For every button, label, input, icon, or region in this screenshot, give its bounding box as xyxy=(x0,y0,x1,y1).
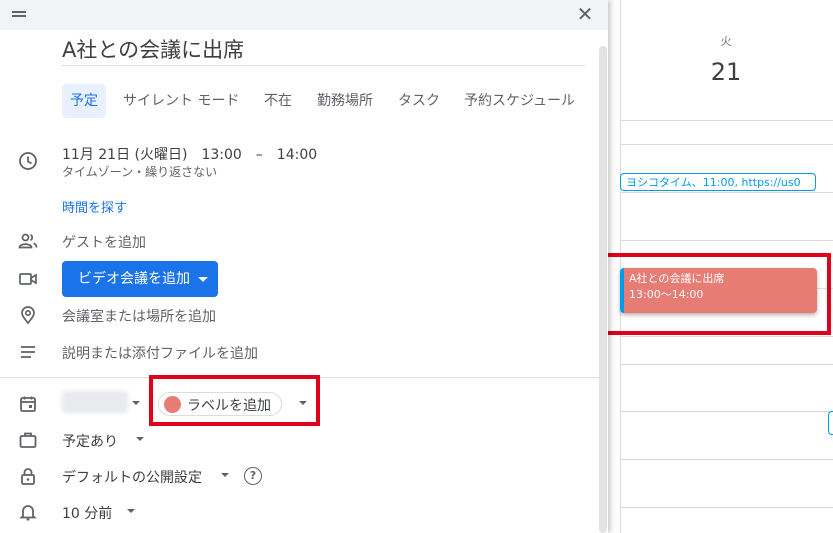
day-of-week: 火 xyxy=(720,35,732,48)
calendar-icon xyxy=(18,394,38,414)
chevron-down-icon[interactable] xyxy=(198,277,208,282)
label-color-dot xyxy=(164,396,181,413)
timezone-repeat[interactable]: タイムゾーン・繰り返さない xyxy=(62,163,217,180)
video-button-label: ビデオ会議を追加 xyxy=(78,271,190,287)
event-title-input[interactable]: A社との会議に出席 xyxy=(62,34,244,64)
grid-line xyxy=(620,459,833,460)
clock-icon xyxy=(18,151,38,171)
video-camera-icon xyxy=(18,269,38,289)
briefcase-icon xyxy=(18,430,38,450)
find-time-link[interactable]: 時間を探す xyxy=(62,197,127,216)
event-title: ヨシコタイム、11:00, https://us0 xyxy=(626,176,801,189)
description-field[interactable]: 説明または添付ファイルを追加 xyxy=(62,343,258,363)
tab-focus-time[interactable]: サイレント モード xyxy=(123,84,239,118)
busy-status-select[interactable]: 予定あり xyxy=(62,431,118,451)
visibility-select[interactable]: デフォルトの公開設定 xyxy=(62,467,202,487)
notes-icon xyxy=(18,342,38,362)
location-pin-icon xyxy=(18,305,38,325)
tab-appointment-schedule[interactable]: 予約スケジュール xyxy=(464,84,575,118)
section-divider xyxy=(0,377,599,378)
grid-line xyxy=(620,336,833,337)
event-time: 13:00〜14:00 xyxy=(629,288,704,301)
chevron-down-icon[interactable] xyxy=(299,401,307,405)
tab-task[interactable]: タスク xyxy=(398,84,440,118)
tab-working-location[interactable]: 勤務場所 xyxy=(317,84,373,118)
event-title: A社との会議に出席 xyxy=(629,272,725,285)
event-edit-dialog: ✕ A社との会議に出席 予定 サイレント モード 不在 勤務場所 タスク 予約ス… xyxy=(0,0,608,533)
add-label-button[interactable]: ラベルを追加 xyxy=(158,392,282,416)
grid-line xyxy=(620,411,833,412)
grid-line xyxy=(620,144,833,145)
chevron-down-icon[interactable] xyxy=(136,437,144,441)
event-chip-meeting[interactable]: A社との会議に出席 13:00〜14:00 xyxy=(620,268,817,313)
grid-line xyxy=(620,240,833,241)
location-field[interactable]: 会議室または場所を追加 xyxy=(62,306,216,326)
chevron-down-icon[interactable] xyxy=(127,509,135,513)
notification-select[interactable]: 10 分前 xyxy=(62,503,112,523)
tab-out-of-office[interactable]: 不在 xyxy=(264,84,292,118)
dialog-header: ✕ xyxy=(0,0,608,30)
drag-handle-icon[interactable] xyxy=(12,11,26,13)
add-video-conference-button[interactable]: ビデオ会議を追加 xyxy=(62,261,218,297)
event-datetime[interactable]: 11月 21日 (火曜日) 13:00 – 14:00 xyxy=(62,144,317,164)
chevron-down-icon[interactable] xyxy=(132,401,140,405)
help-icon[interactable]: ? xyxy=(244,467,262,485)
people-icon xyxy=(18,231,38,251)
chevron-down-icon[interactable] xyxy=(221,473,229,477)
grid-line xyxy=(620,364,833,365)
title-underline xyxy=(62,65,585,66)
calendar-selector[interactable] xyxy=(62,391,128,413)
tab-event[interactable]: 予定 xyxy=(62,84,106,118)
event-chip-partial[interactable] xyxy=(828,411,833,435)
add-label-text: ラベルを追加 xyxy=(187,398,271,414)
calendar-day-column: 火 21 ヨシコタイム、11:00, https://us0 A社との会議に出席… xyxy=(608,0,833,533)
grid-line xyxy=(620,507,833,508)
scrollbar[interactable] xyxy=(599,46,607,533)
close-button[interactable]: ✕ xyxy=(574,4,596,26)
grid-line xyxy=(620,120,833,121)
lock-icon xyxy=(18,466,38,486)
grid-line xyxy=(620,192,833,193)
event-chip-yoshiko-time[interactable]: ヨシコタイム、11:00, https://us0 xyxy=(620,173,816,191)
add-guests-field[interactable]: ゲストを追加 xyxy=(62,232,146,252)
bell-icon xyxy=(18,502,38,522)
day-number[interactable]: 21 xyxy=(608,58,833,86)
